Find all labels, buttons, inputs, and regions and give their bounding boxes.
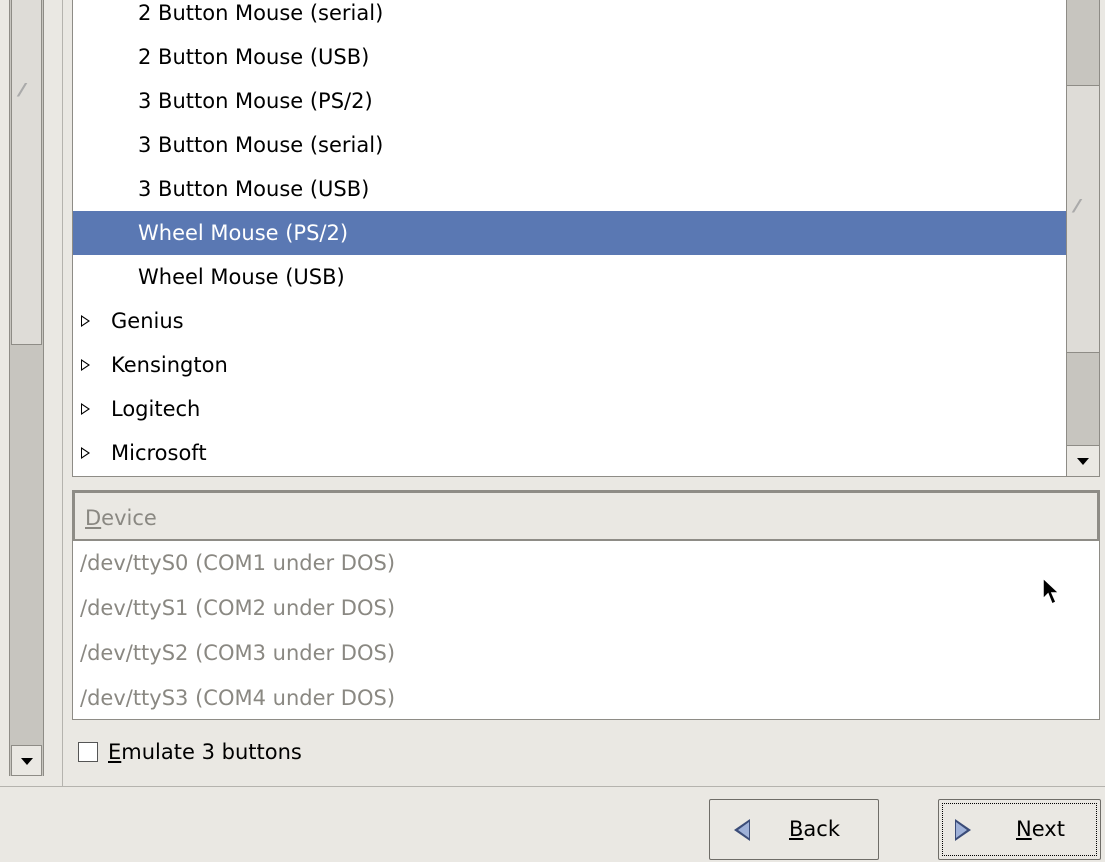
next-arrow-icon — [955, 819, 971, 841]
tree-row-label: 3 Button Mouse (serial) — [138, 133, 384, 157]
tree-row-label: Kensington — [111, 353, 228, 377]
chevron-down-icon — [1077, 458, 1089, 465]
expander-triangle-icon[interactable] — [81, 315, 90, 327]
mouse-tree-scroll-thumb[interactable]: ⁄⁄ — [1067, 85, 1099, 353]
tree-row-label: Genius — [111, 309, 184, 333]
help-pane-scroll-down-button[interactable] — [11, 745, 42, 776]
tree-item-row[interactable]: 3 Button Mouse (USB) — [73, 167, 1067, 211]
tree-item-row[interactable]: 2 Button Mouse (serial) — [73, 0, 1067, 35]
chevron-down-icon — [20, 757, 33, 765]
device-row[interactable]: /dev/ttyS1 (COM2 under DOS) — [73, 586, 1099, 631]
next-label-rest: ext — [1031, 817, 1065, 841]
help-pane-scrollbar[interactable]: ⁄⁄ — [9, 0, 44, 776]
tree-item-row[interactable]: Wheel Mouse (USB) — [73, 255, 1067, 299]
emulate-mnemonic: E — [108, 740, 122, 764]
tree-row-label: Logitech — [111, 397, 201, 421]
tree-item-row[interactable]: Wheel Mouse (PS/2) — [73, 211, 1067, 255]
pane-divider — [62, 0, 63, 786]
mouse-pointer-icon — [1042, 577, 1061, 606]
mouse-tree-scroll-down-button[interactable] — [1067, 445, 1099, 476]
expander-triangle-icon[interactable] — [81, 403, 90, 415]
next-mnemonic: N — [1016, 817, 1032, 841]
device-row[interactable]: /dev/ttyS2 (COM3 under DOS) — [73, 631, 1099, 676]
tree-row-label: Wheel Mouse (USB) — [138, 265, 345, 289]
back-label-rest: ack — [803, 817, 840, 841]
back-mnemonic: B — [789, 817, 804, 841]
emulate-label-rest: mulate 3 buttons — [121, 740, 302, 764]
tree-row-label: 2 Button Mouse (serial) — [138, 1, 384, 25]
checkbox-box[interactable] — [78, 742, 98, 762]
device-column-header[interactable]: Device — [73, 491, 1099, 541]
back-button[interactable]: Back — [709, 799, 879, 860]
tree-row-label: 3 Button Mouse (PS/2) — [138, 89, 373, 113]
device-list[interactable]: Device /dev/ttyS0 (COM1 under DOS) /dev/… — [72, 490, 1100, 720]
tree-row-label: 3 Button Mouse (USB) — [138, 177, 370, 201]
tree-group-row[interactable]: Logitech — [73, 387, 1067, 431]
tree-item-row[interactable]: 2 Button Mouse (USB) — [73, 35, 1067, 79]
device-row[interactable]: /dev/ttyS3 (COM4 under DOS) — [73, 676, 1099, 721]
device-header-mnemonic: D — [85, 506, 102, 530]
tree-item-row[interactable]: 3 Button Mouse (PS/2) — [73, 79, 1067, 123]
tree-row-label: Wheel Mouse (PS/2) — [138, 221, 349, 245]
back-button-label: Back — [789, 800, 840, 859]
next-button-label: Next — [1016, 800, 1065, 859]
emulate-3-buttons-checkbox[interactable]: Emulate 3 buttons — [78, 738, 302, 766]
tree-group-row[interactable]: Microsoft — [73, 431, 1067, 475]
button-bar-divider — [0, 786, 1105, 787]
expander-triangle-icon[interactable] — [81, 447, 90, 459]
tree-item-row[interactable]: 3 Button Mouse (serial) — [73, 123, 1067, 167]
next-button[interactable]: Next — [938, 799, 1101, 860]
back-arrow-icon — [734, 819, 750, 841]
mouse-tree-scrollbar[interactable]: ⁄⁄ — [1066, 0, 1099, 476]
emulate-3-buttons-label: Emulate 3 buttons — [108, 738, 302, 766]
device-header-label: evice — [101, 506, 157, 530]
mouse-model-tree[interactable]: 2 Button Mouse (serial) 2 Button Mouse (U… — [72, 0, 1100, 477]
device-row[interactable]: /dev/ttyS0 (COM1 under DOS) — [73, 541, 1099, 586]
help-pane-scroll-thumb[interactable]: ⁄⁄ — [11, 0, 42, 345]
tree-group-row[interactable]: Kensington — [73, 343, 1067, 387]
expander-triangle-icon[interactable] — [81, 359, 90, 371]
tree-group-row[interactable]: Genius — [73, 299, 1067, 343]
tree-row-label: 2 Button Mouse (USB) — [138, 45, 370, 69]
tree-row-label: Microsoft — [111, 441, 207, 465]
mouse-model-rows: 2 Button Mouse (serial) 2 Button Mouse (U… — [73, 0, 1067, 475]
